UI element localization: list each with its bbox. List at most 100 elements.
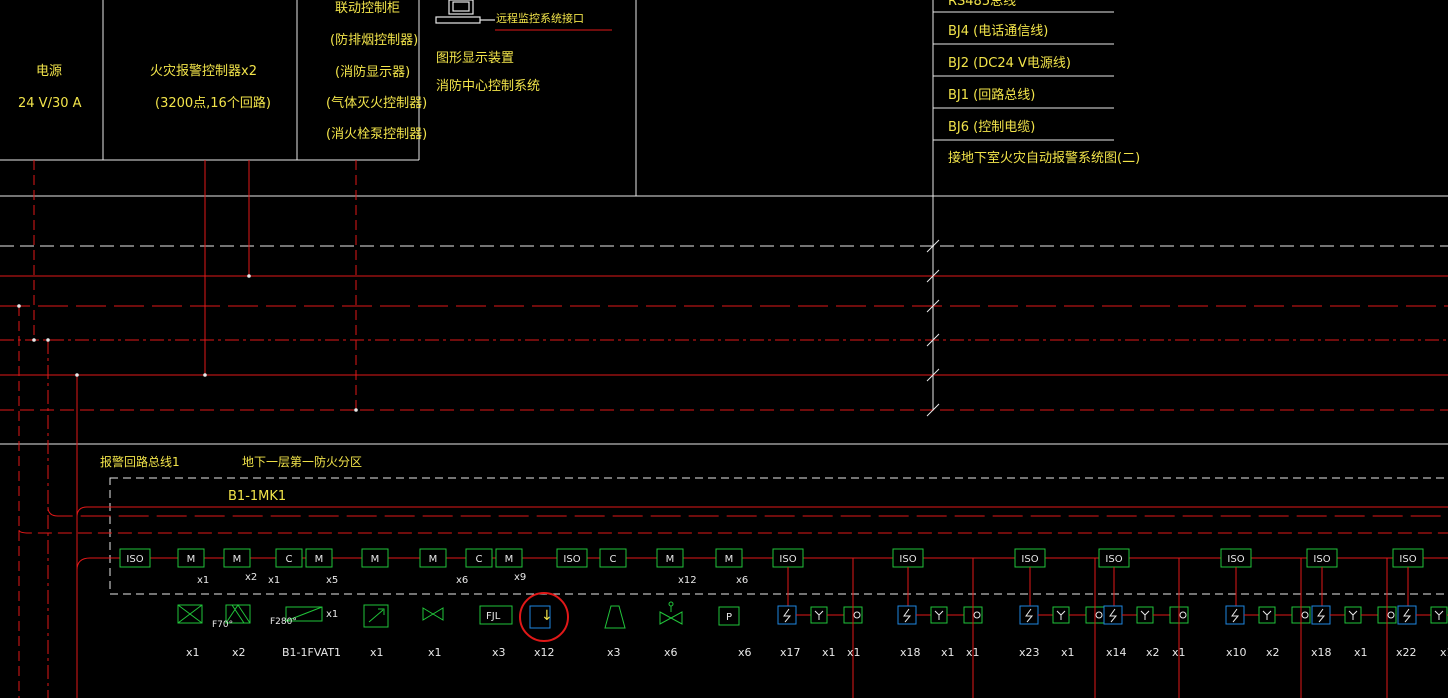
bottom-count-label: x6 [738,646,752,659]
f70-label: F70° [212,620,233,630]
power-label: 电源 [36,64,62,79]
graphic-display-label: 图形显示装置 [436,51,514,66]
legend-bj2: BJ2 (DC24 V电源线) [948,56,1071,71]
module-label: ISO [563,554,580,565]
module-box: ISO [1014,548,1046,568]
legend-bj6: BJ6 (控制电缆) [948,119,1035,135]
bottom-count-label: x22 [1396,646,1417,659]
legend-rs485: RS485总线 [948,0,1016,9]
fire-controller-label: 火灾报警控制器x2 [150,63,257,79]
module-count-6: x9 [514,572,526,583]
module-label: M [725,554,734,565]
bottom-count-label: x10 [1226,646,1247,659]
pressure-switch-icon [604,605,626,629]
bottom-count-label: x18 [900,646,921,659]
fire-alarm-system-diagram: 电源 24 V/30 A 火灾报警控制器x2 (3200点,16个回路) 联动控… [0,0,1448,698]
smoke-detector-icon [1311,605,1331,625]
detector-group [1311,558,1397,698]
module-label: ISO [1399,554,1416,565]
detector-group [897,558,983,698]
fire-zone-label: 地下一层第一防火分区 [242,454,362,469]
zone-dashed-box [109,477,1448,595]
module-box: M [177,548,205,568]
module-box: M [361,548,389,568]
linkage-title: 联动控制柜 [335,1,400,16]
module-label: ISO [779,554,796,565]
bottom-count-label: x12 [534,646,555,659]
module-label: C [610,554,617,565]
module-label: M [505,554,514,565]
module-box: ISO [892,548,924,568]
cabinet-drops [18,160,357,698]
bottom-count-label: x1 [822,646,836,659]
module-label: M [187,554,196,565]
legend-bj4: BJ4 (电话通信线) [948,24,1048,39]
module-box: ISO [1392,548,1424,568]
module-label: ISO [899,554,916,565]
module-box: ISO [119,548,151,568]
bottom-count-label: x1 [966,646,980,659]
module-label: C [286,554,293,565]
bottom-count-label: B1-1FVAT1 [282,646,341,659]
smoke-detector-icon [897,605,917,625]
linkage-item-display: (消防显示器) [335,64,410,80]
bottom-count-label: x2 [1146,646,1160,659]
junction-dots [17,274,358,412]
bottom-count-label: x18 [1311,646,1332,659]
bottom-count-label: x17 [780,646,801,659]
bottom-count-label: x14 [1106,646,1127,659]
bottom-count-label: x2 [232,646,246,659]
modules-row: ISO M M C M M M C M ISO C M M ISO ISO ISO ISO ISO ISO ISO [119,548,1448,568]
fvat-count-label: x1 [326,609,338,620]
bottom-count-label: x1 [1440,646,1448,659]
module-count-4: x5 [326,575,338,586]
bottom-count-label: x1 [941,646,955,659]
module-box: ISO [1306,548,1338,568]
bottom-count-label: x2 [1266,646,1280,659]
module-box: M [495,548,523,568]
module-box: M [223,548,251,568]
legend-bj1: BJ1 (回路总线) [948,87,1035,103]
bottom-count-label: x1 [1354,646,1368,659]
legend-continuation: 接地下室火灾自动报警系统图(二) [948,150,1140,166]
alarm-valve-icon [659,611,683,625]
module-count-2: x2 [245,572,257,583]
flow-arrow-icon: ↓ [541,608,553,624]
smoke-detector-icon [1397,605,1417,625]
module-box: C [599,548,627,568]
bottom-count-label: x1 [1172,646,1186,659]
module-label: ISO [1105,554,1122,565]
module-box: ISO [1098,548,1130,568]
detector-groups [777,558,1448,698]
module-box: ISO [556,548,588,568]
module-box: M [419,548,447,568]
smoke-detector-icon [1019,605,1039,625]
module-box: M [656,548,684,568]
bottom-count-labels: x1 x2 B1-1FVAT1 x1 x1 x3 x12 x3 x6 x6 x17 x1 x1 x18 x1… [186,646,1448,659]
bottom-count-label: x23 [1019,646,1040,659]
module-box: ISO [772,548,804,568]
module-count-7: x12 [678,575,697,586]
fjl-label: FJL [486,611,501,622]
bottom-count-label: x1 [186,646,200,659]
module-box: C [465,548,493,568]
linkage-item-hydrant: (消火栓泵控制器) [326,127,427,142]
bottom-count-label: x6 [664,646,678,659]
pump-label: P [726,612,732,623]
bus-lines [0,245,1448,411]
detector-group [1019,558,1105,698]
detector-group [1103,558,1189,698]
smoke-detector-icon [777,605,797,625]
signal-valve-icon [422,607,444,621]
remote-interface-label: 远程监控系统接口 [496,11,584,25]
module-count-5: x6 [456,575,468,586]
module-label: M [315,554,324,565]
module-box: C [275,548,303,568]
module-count-3: x1 [268,575,280,586]
module-label: ISO [1227,554,1244,565]
fire-controller-spec: (3200点,16个回路) [155,95,271,111]
detector-group [777,558,863,698]
bottom-count-label: x1 [428,646,442,659]
bottom-count-label: x3 [492,646,506,659]
alarm-bus-label: 报警回路总线1 [100,454,180,469]
